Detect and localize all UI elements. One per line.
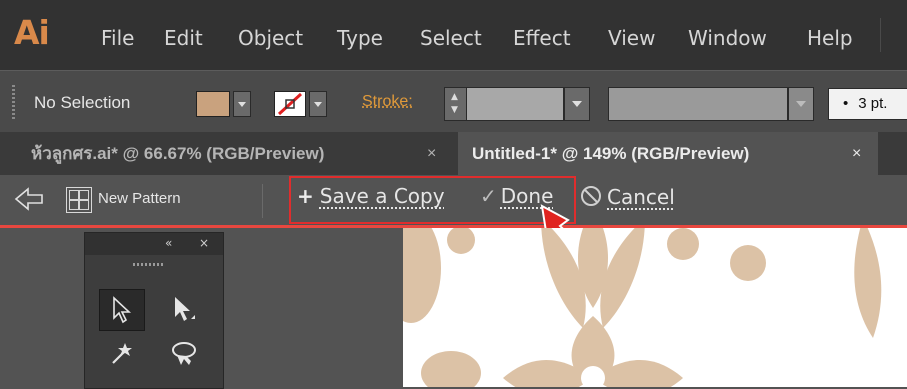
- tools-panel-header[interactable]: « ×: [85, 233, 223, 255]
- annotation-highlight-box: [289, 176, 576, 224]
- tab-label: Untitled-1* @ 149% (RGB/Preview): [472, 144, 750, 163]
- control-bar: No Selection Stroke: ▲ ▼ • 3 pt.: [0, 70, 907, 134]
- profile-dropdown[interactable]: [788, 87, 814, 121]
- brush-size-value: 3 pt.: [858, 95, 888, 112]
- stroke-weight-field[interactable]: [466, 87, 564, 121]
- tools-panel: « ×: [84, 232, 224, 389]
- selection-arrow-icon: [113, 296, 132, 324]
- document-tab-bar: ห้วลูกศร.ai* @ 66.67% (RGB/Preview) × Un…: [0, 132, 907, 175]
- brush-size-field[interactable]: • 3 pt.: [828, 88, 907, 120]
- menu-window[interactable]: Window: [688, 26, 767, 50]
- direct-selection-arrow-icon: [175, 297, 195, 321]
- stroke-swatch[interactable]: [274, 91, 306, 117]
- control-bar-grip[interactable]: [12, 85, 15, 119]
- variable-width-profile[interactable]: [608, 87, 788, 121]
- pattern-tile-icon: [66, 187, 92, 213]
- close-icon[interactable]: ×: [199, 236, 209, 250]
- tab-arrow-file[interactable]: ห้วลูกศร.ai* @ 66.67% (RGB/Preview) ×: [0, 132, 457, 175]
- menu-divider: [880, 18, 881, 52]
- leaf-shape: [600, 228, 645, 328]
- lasso-tool[interactable]: [161, 333, 205, 373]
- fill-dropdown[interactable]: [233, 91, 251, 117]
- pattern-artwork: [403, 228, 882, 387]
- lasso-icon: [172, 342, 196, 365]
- stepper-down-icon[interactable]: ▼: [451, 106, 458, 115]
- stepper-up-icon[interactable]: ▲: [451, 93, 458, 102]
- menu-bar: Ai File Edit Object Type Select Effect V…: [0, 0, 907, 70]
- collapse-icon[interactable]: «: [165, 236, 172, 250]
- menu-help[interactable]: Help: [807, 26, 853, 50]
- menu-object[interactable]: Object: [238, 26, 303, 50]
- stroke-weight-dropdown[interactable]: [564, 87, 590, 121]
- menu-file[interactable]: File: [101, 26, 134, 50]
- menu-select[interactable]: Select: [420, 26, 482, 50]
- petal-shape: [421, 351, 481, 387]
- stroke-weight-stepper[interactable]: ▲ ▼: [444, 87, 468, 121]
- dot-shape: [447, 228, 475, 254]
- fill-swatch[interactable]: [196, 91, 230, 117]
- stroke-dropdown[interactable]: [309, 91, 327, 117]
- artboard-canvas[interactable]: [403, 228, 907, 387]
- menu-type[interactable]: Type: [337, 26, 383, 50]
- back-arrow-icon[interactable]: [14, 186, 44, 212]
- pattern-bar-divider: [262, 184, 263, 218]
- menu-view[interactable]: View: [608, 26, 655, 50]
- no-stroke-icon: [277, 92, 303, 116]
- leaf-shape: [541, 228, 586, 328]
- brush-dot-icon: •: [843, 95, 849, 112]
- petal-shape: [403, 228, 441, 323]
- selection-tool[interactable]: [99, 289, 145, 331]
- cancel-icon: [581, 186, 601, 206]
- menu-effect[interactable]: Effect: [513, 26, 571, 50]
- dot-shape: [730, 245, 766, 281]
- dot-shape: [667, 228, 699, 260]
- tab-label: ห้วลูกศร.ai* @ 66.67% (RGB/Preview): [31, 144, 325, 163]
- magic-wand-tool[interactable]: [99, 333, 143, 373]
- leaf-shape: [854, 228, 882, 338]
- tab-untitled-1[interactable]: Untitled-1* @ 149% (RGB/Preview) ×: [458, 132, 878, 175]
- new-pattern-label: New Pattern: [98, 190, 181, 207]
- close-icon[interactable]: ×: [852, 132, 861, 175]
- illustrator-logo: Ai: [14, 13, 50, 52]
- cancel-label: Cancel: [607, 185, 675, 209]
- panel-grip[interactable]: [133, 263, 163, 266]
- menu-edit[interactable]: Edit: [164, 26, 203, 50]
- direct-selection-tool[interactable]: [161, 289, 205, 329]
- close-icon[interactable]: ×: [427, 132, 436, 175]
- stroke-label[interactable]: Stroke:: [362, 93, 413, 111]
- magic-wand-icon: [112, 343, 132, 364]
- selection-status: No Selection: [34, 93, 131, 112]
